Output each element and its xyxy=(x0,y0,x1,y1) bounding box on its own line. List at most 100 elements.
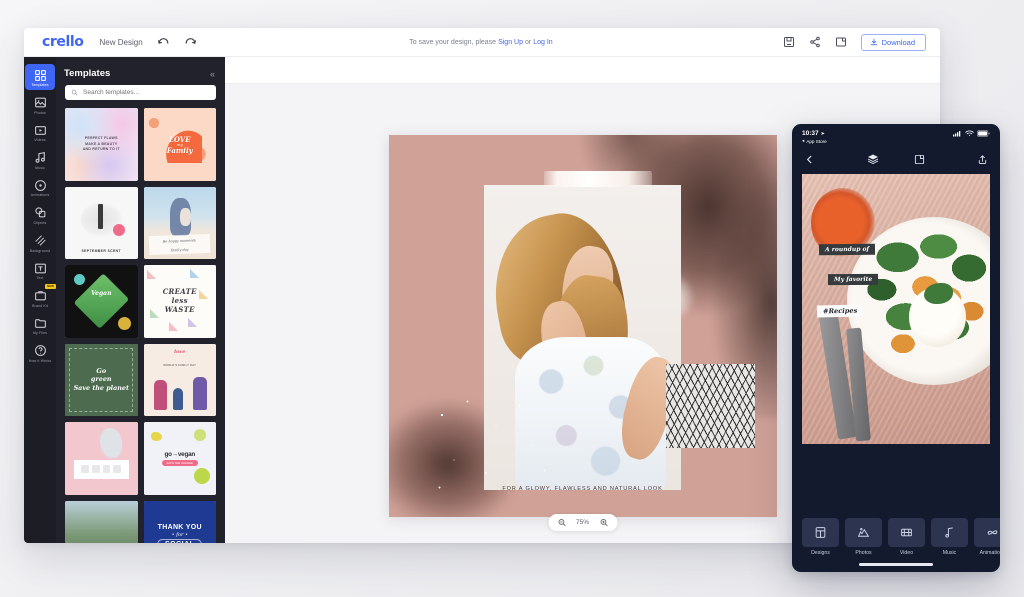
template-text-line3: WASTE xyxy=(165,305,195,314)
templates-grid: PERFECT FLAWS MAKE A BEAUTY AND RETURN T… xyxy=(56,108,225,543)
phone-nav-designs[interactable]: Designs xyxy=(802,518,839,556)
zoom-out-icon[interactable] xyxy=(557,518,566,527)
phone-share-button[interactable] xyxy=(942,154,988,165)
rail-item-text[interactable]: Text xyxy=(25,257,55,283)
countdown-digit xyxy=(113,465,121,473)
tool-rail: Templates Photos xyxy=(24,57,56,543)
design-text-block-1[interactable]: A roundup of xyxy=(819,244,875,256)
cellular-signal-icon xyxy=(953,130,962,137)
rail-label-animations: Animations xyxy=(31,194,50,198)
login-link[interactable]: Log In xyxy=(533,39,552,46)
template-text-line2: Be happy moments xyxy=(149,238,210,245)
template-text-line3: SOCIAL xyxy=(157,539,202,543)
phone-design-canvas[interactable]: A roundup of My favorite #Recipes xyxy=(802,174,990,444)
signup-link[interactable]: Sign Up xyxy=(498,39,523,46)
template-text-line3: SEPTEMBER SCENT xyxy=(65,249,138,253)
phone-nav-music[interactable]: Music xyxy=(931,518,968,556)
template-text-line1: Vegan xyxy=(65,290,138,297)
template-thumbnail[interactable]: CREATE less WASTE xyxy=(144,265,217,338)
rail-item-animations[interactable]: Animations xyxy=(25,174,55,200)
lime-shape xyxy=(194,468,210,484)
template-thumbnail[interactable] xyxy=(65,422,138,495)
rail-item-objects[interactable]: Objects xyxy=(25,202,55,228)
chevron-left-icon xyxy=(804,154,815,165)
phone-nav-video[interactable]: Video xyxy=(888,518,925,556)
countdown-digit xyxy=(92,465,100,473)
phone-mockup: 10:37 ➤ ◂ App Store xyxy=(792,124,1000,572)
back-app-label: App Store xyxy=(806,139,826,144)
design-text-block-3[interactable]: #Recipes xyxy=(817,304,863,317)
zoom-in-icon[interactable] xyxy=(599,518,608,527)
rail-item-background[interactable]: Background xyxy=(25,230,55,256)
save-icon[interactable] xyxy=(783,36,795,48)
undo-icon[interactable] xyxy=(157,36,170,49)
template-text-line2: • for • xyxy=(172,532,188,538)
templates-panel: Templates « PERFECT F xyxy=(56,57,225,543)
music-note-icon xyxy=(931,518,968,547)
photo-icon xyxy=(32,95,48,111)
countdown-digit xyxy=(103,465,111,473)
basil-leaf xyxy=(924,283,953,304)
template-text-line1: PERFECT FLAWS xyxy=(85,136,118,140)
canvas-toolbar-strip xyxy=(225,57,940,84)
rail-item-videos[interactable]: Videos xyxy=(25,119,55,145)
template-thumbnail[interactable]: THANK YOU • for • SOCIAL xyxy=(144,501,217,544)
template-thumbnail[interactable]: PERFECT FLAWS MAKE A BEAUTY AND RETURN T… xyxy=(65,108,138,181)
templates-icon xyxy=(32,67,48,83)
design-canvas[interactable]: FOR A GLOWY, FLAWLESS AND NATURAL LOOK xyxy=(389,135,777,517)
wifi-icon xyxy=(965,130,974,137)
template-text-line3: Save the planet xyxy=(74,384,129,392)
rail-label-background: Background xyxy=(30,250,50,254)
designs-icon xyxy=(802,518,839,547)
download-button-label: Download xyxy=(882,38,915,47)
save-notice-separator: or xyxy=(525,39,531,46)
rail-item-photos[interactable]: Photos xyxy=(25,92,55,118)
crello-logo[interactable]: crello xyxy=(42,34,84,50)
phone-nav-photos[interactable]: Photos xyxy=(845,518,882,556)
return-to-app-store[interactable]: ◂ App Store xyxy=(802,138,827,144)
template-thumbnail[interactable]: EARTH xyxy=(65,501,138,544)
template-thumbnail[interactable]: LOVE my Family xyxy=(144,108,217,181)
template-text-line3: AND RETURN TO IT xyxy=(83,147,120,151)
template-thumbnail[interactable]: love WORLD'S FAMILY DAY xyxy=(144,344,217,417)
search-box[interactable] xyxy=(65,85,216,100)
resize-icon[interactable] xyxy=(835,36,847,48)
template-text-line2: green xyxy=(91,375,112,383)
brush-stroke-shape[interactable] xyxy=(544,171,653,187)
countdown-card xyxy=(74,460,129,479)
rail-label-text: Text xyxy=(37,277,44,281)
rail-item-brand-kit[interactable]: NEW Brand Kit xyxy=(25,285,55,311)
redo-icon[interactable] xyxy=(184,36,197,49)
download-button[interactable]: Download xyxy=(861,34,926,51)
search-input[interactable] xyxy=(83,89,210,96)
design-caption[interactable]: FOR A GLOWY, FLAWLESS AND NATURAL LOOK xyxy=(389,486,777,492)
phone-layers-button[interactable] xyxy=(850,153,896,165)
rail-label-photos: Photos xyxy=(34,112,46,116)
template-thumbnail[interactable]: Vegan xyxy=(65,265,138,338)
resize-icon xyxy=(914,154,925,165)
zoom-controls: 75% xyxy=(548,514,617,531)
rail-item-how-it-works[interactable]: How It Works xyxy=(25,340,55,366)
chevron-double-left-icon[interactable]: « xyxy=(210,69,215,79)
brandkit-icon xyxy=(32,288,48,304)
phone-nav-animations[interactable]: Animations xyxy=(974,518,1000,556)
rail-label-how-it-works: How It Works xyxy=(29,360,52,364)
template-thumbnail[interactable]: go→vegan EATS THE CHANGE xyxy=(144,422,217,495)
layers-icon xyxy=(867,153,879,165)
rail-item-templates[interactable]: Templates xyxy=(25,64,55,90)
template-thumbnail[interactable]: Go green Save the planet xyxy=(65,344,138,417)
lemon-shape xyxy=(151,432,162,441)
share-icon[interactable] xyxy=(809,36,821,48)
palm-frond-photo[interactable] xyxy=(666,364,755,448)
design-text-block-2[interactable]: My favorite xyxy=(828,274,878,285)
template-text-line1: CREATE xyxy=(163,287,197,296)
template-thumbnail[interactable]: Be happy moments family day xyxy=(144,187,217,260)
topbar-actions: Download xyxy=(783,34,926,51)
rail-item-my-files[interactable]: My Files xyxy=(25,312,55,338)
phone-back-button[interactable] xyxy=(804,154,850,165)
phone-resize-button[interactable] xyxy=(896,154,942,165)
document-name[interactable]: New Design xyxy=(100,38,143,47)
template-thumbnail[interactable]: SEPTEMBER SCENT xyxy=(65,187,138,260)
brand-kit-new-badge: NEW xyxy=(45,284,56,289)
rail-item-music[interactable]: Music xyxy=(25,147,55,173)
